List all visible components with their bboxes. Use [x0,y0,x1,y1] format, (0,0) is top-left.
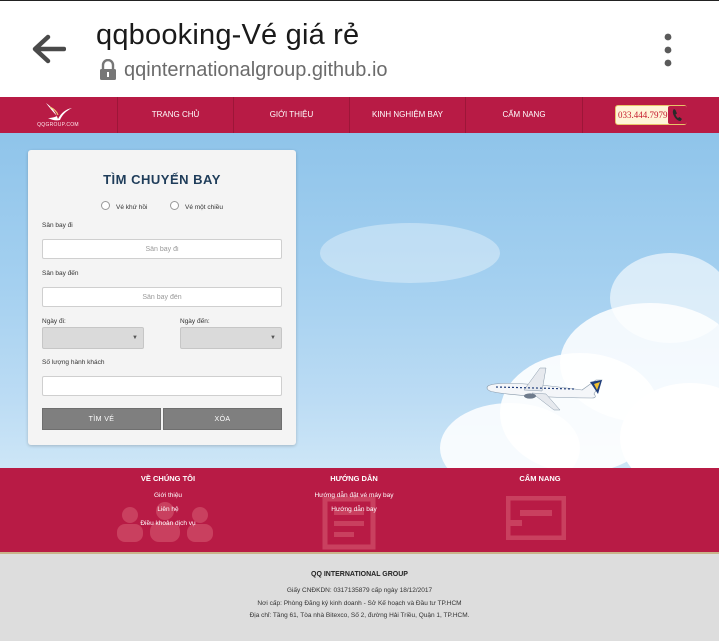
passengers-label: Số lượng hành khách [42,359,105,366]
nav-item-home[interactable]: TRANG CHỦ [117,97,233,133]
airplane-image [486,367,603,411]
arrival-label: Sân bay đến [42,270,79,277]
tab-title: qqbooking-Vé giá rẻ [96,19,360,51]
chevron-down-icon: ▼ [132,335,138,341]
footer-link-contact[interactable]: Liên hệ [118,506,218,513]
return-date-select[interactable]: ▼ [180,327,282,349]
site-logo[interactable]: QQGROUP.COM [30,99,86,131]
phone-icon [668,106,687,124]
footer-col-guide-title: HƯỚNG DẪN [330,474,378,483]
more-vertical-icon[interactable] [660,32,676,68]
arrival-airport-input[interactable] [42,287,282,307]
depart-date-select[interactable]: ▼ [42,327,144,349]
footer-link-terms[interactable]: Điều khoản dịch vụ [118,520,218,527]
departure-airport-input[interactable] [42,239,282,259]
hotline-button[interactable]: 033.444.7979 [615,105,687,125]
footer-col-handbook-title: CẨM NANG [519,474,561,483]
company-name: QQ INTERNATIONAL GROUP [311,571,408,578]
back-arrow-icon[interactable] [30,33,66,65]
logo-text: QQGROUP.COM [37,122,79,128]
license-issuer: Nơi cấp: Phòng Đăng ký kinh doanh - Sở K… [257,600,462,607]
nav-item-flight-experience[interactable]: KINH NGHIỆM BAY [349,97,465,133]
footer-link-about[interactable]: Giới thiệu [118,492,218,499]
form-title: TÌM CHUYẾN BAY [103,172,221,187]
guide-watermark-icon [322,496,376,550]
search-tickets-button[interactable]: TÌM VÉ [42,408,161,430]
chevron-down-icon: ▼ [270,335,276,341]
lock-icon [100,59,116,80]
departure-label: Sân bay đi [42,222,73,229]
radio-one-way-label: Vé một chiều [185,204,223,211]
return-date-label: Ngày đến: [180,318,210,325]
company-address: Địa chỉ: Tầng 61, Tòa nhà Bitexco, Số 2,… [249,612,470,619]
clear-button[interactable]: XÓA [163,408,282,430]
passengers-input[interactable] [42,376,282,396]
footer-col-about-title: VỀ CHÚNG TÔI [140,474,196,483]
nav-item-about[interactable]: GIỚI THIỆU [233,97,349,133]
nav-item-handbook[interactable]: CẨM NANG [465,97,582,133]
footer-company-info: QQ INTERNATIONAL GROUP Giấy CNĐKDN: 0317… [0,552,719,641]
cloud [610,253,719,343]
flight-search-form: TÌM CHUYẾN BAY Vé khứ hồi Vé một chiều S… [28,150,296,445]
footer-link-flight-guide[interactable]: Hướng dẫn bay [284,506,424,513]
cloud [320,223,500,283]
radio-round-trip-label: Vé khứ hồi [116,204,148,211]
url-bar[interactable]: qqinternationalgroup.github.io [124,59,388,82]
footer-links: VỀ CHÚNG TÔI Giới thiệu Liên hệ Điều kho… [0,468,719,552]
logo-bird-icon [46,103,72,121]
radio-one-way[interactable] [170,201,179,210]
depart-date-label: Ngày đi: [42,318,66,325]
handbook-watermark-icon [506,496,566,540]
footer-link-booking-guide[interactable]: Hướng dẫn đặt vé máy bay [284,492,424,499]
browser-toolbar: qqbooking-Vé giá rẻ qqinternationalgroup… [0,0,719,97]
radio-round-trip[interactable] [101,201,110,210]
business-license: Giấy CNĐKDN: 0317135879 cấp ngày 18/12/2… [286,587,433,594]
site-nav: QQGROUP.COM TRANG CHỦ GIỚI THIỆU KINH NG… [0,97,719,133]
hotline-number: 033.444.7979 [618,110,668,120]
